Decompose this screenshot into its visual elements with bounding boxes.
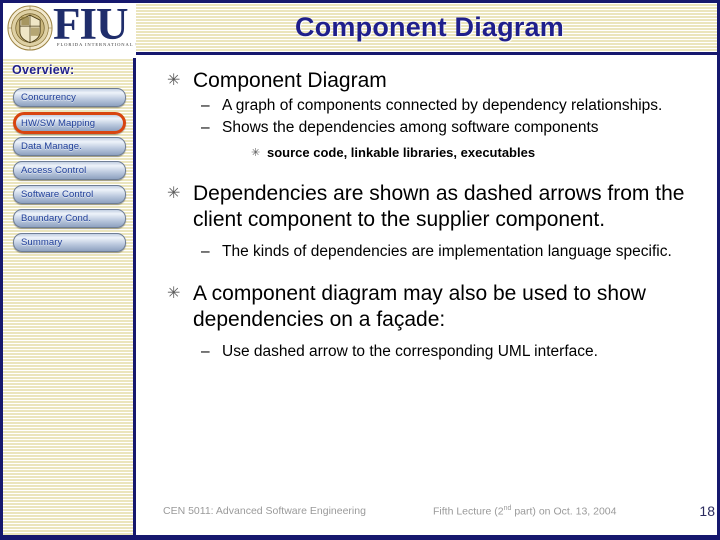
sidebar-item-label: HW/SW Mapping (21, 117, 96, 129)
bullet-text: Component Diagram (193, 69, 387, 92)
sidebar-item-label: Concurrency (21, 92, 76, 103)
bullet-text: A graph of components connected by depen… (222, 97, 663, 114)
bullet-text: source code, linkable libraries, executa… (267, 145, 536, 160)
footer-lecture-text: Fifth Lecture (2nd part) on Oct. 13, 200… (433, 505, 616, 518)
bullet-level1: ✳ A component diagram may also be used t… (167, 281, 717, 333)
asterisk-bullet-icon: ✳ (251, 147, 261, 159)
sidebar-item-label: Data Manage. (21, 141, 82, 152)
bullet-level2: – A graph of components connected by dep… (201, 96, 717, 116)
bullet-text: Dependencies are shown as dashed arrows … (193, 182, 685, 231)
bullet-text: A component diagram may also be used to … (193, 282, 646, 331)
sidebar-item-label: Summary (21, 237, 63, 248)
slide-footer: CEN 5011: Advanced Software Engineering … (139, 503, 717, 523)
asterisk-bullet-icon: ✳ (167, 72, 181, 89)
footer-lecture-pre: Fifth Lecture (2 (433, 505, 504, 518)
slide-number: 18 (699, 503, 715, 519)
sidebar-item-access-control[interactable]: Access Control (13, 161, 126, 180)
sidebar-item-hw-sw-mapping[interactable]: HW/SW Mapping (13, 112, 126, 134)
slide-content: ✳ Component Diagram – A graph of compone… (139, 58, 717, 508)
presentation-slide: FIU FLORIDA INTERNATIONAL UNIVERSITY Com… (0, 0, 720, 540)
bullet-level3: ✳ source code, linkable libraries, execu… (251, 144, 717, 162)
sidebar-item-boundary-cond[interactable]: Boundary Cond. (13, 209, 126, 228)
dash-bullet-icon: – (201, 243, 210, 260)
sidebar-item-label: Access Control (21, 165, 87, 176)
bullet-level2: – Shows the dependencies among software … (201, 118, 717, 138)
sidebar-heading: Overview: (12, 63, 75, 77)
bullet-level1: ✳ Component Diagram (167, 68, 717, 94)
slide-title-container: Component Diagram (136, 3, 717, 52)
sidebar-item-label: Boundary Cond. (21, 213, 92, 224)
university-seal-icon (7, 5, 53, 51)
page-title: Component Diagram (295, 12, 564, 42)
dash-bullet-icon: – (201, 97, 210, 114)
footer-course-text: CEN 5011: Advanced Software Engineering (163, 505, 366, 517)
bullet-text: Shows the dependencies among software co… (222, 119, 599, 136)
sidebar-item-summary[interactable]: Summary (13, 233, 126, 252)
overview-sidebar: Overview: Concurrency HW/SW Mapping Data… (3, 55, 136, 535)
bullet-text: The kinds of dependencies are implementa… (222, 243, 672, 260)
bullet-level2: – The kinds of dependencies are implemen… (201, 242, 717, 262)
sidebar-item-software-control[interactable]: Software Control (13, 185, 126, 204)
bullet-level1: ✳ Dependencies are shown as dashed arrow… (167, 181, 717, 233)
asterisk-bullet-icon: ✳ (167, 185, 181, 202)
bullet-text: Use dashed arrow to the corresponding UM… (222, 343, 598, 360)
sidebar-item-data-manage[interactable]: Data Manage. (13, 137, 126, 156)
fiu-logo: FIU FLORIDA INTERNATIONAL UNIVERSITY (3, 3, 136, 58)
asterisk-bullet-icon: ✳ (167, 285, 181, 302)
dash-bullet-icon: – (201, 119, 210, 136)
slide-header-band: FIU FLORIDA INTERNATIONAL UNIVERSITY Com… (3, 0, 717, 58)
bullet-level2: – Use dashed arrow to the corresponding … (201, 342, 717, 362)
sidebar-item-label: Software Control (21, 189, 94, 200)
footer-lecture-post: part) on Oct. 13, 2004 (511, 505, 617, 518)
sidebar-nav-list: Concurrency HW/SW Mapping Data Manage. A… (13, 88, 126, 257)
dash-bullet-icon: – (201, 343, 210, 360)
sidebar-item-concurrency[interactable]: Concurrency (13, 88, 126, 107)
fiu-logo-subtitle: FLORIDA INTERNATIONAL UNIVERSITY (57, 42, 136, 47)
